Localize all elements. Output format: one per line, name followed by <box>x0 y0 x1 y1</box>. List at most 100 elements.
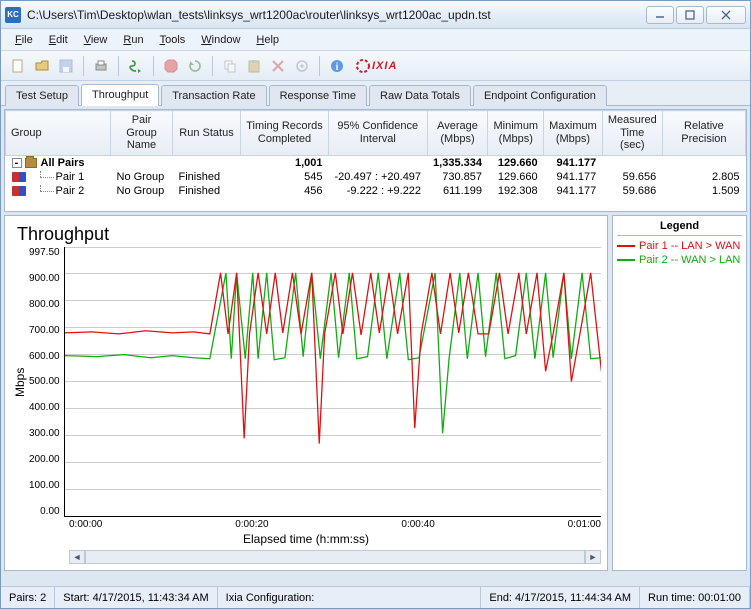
tab-transaction-rate[interactable]: Transaction Rate <box>161 85 266 106</box>
minimize-button[interactable] <box>646 6 674 24</box>
delete-icon[interactable] <box>267 55 289 77</box>
new-icon[interactable] <box>7 55 29 77</box>
table-row[interactable]: Pair 1 No Group Finished 545 -20.497 : +… <box>6 170 746 184</box>
xtick: 0:01:00 <box>568 519 601 530</box>
menu-help[interactable]: Help <box>248 31 287 49</box>
cell: 59.686 <box>602 184 662 198</box>
x-axis-ticks: 0:00:00 0:00:20 0:00:40 0:01:00 <box>69 517 601 530</box>
cell: No Group <box>111 184 173 198</box>
ytick: 800.00 <box>29 299 60 310</box>
col-group[interactable]: Group <box>6 111 111 156</box>
print-icon[interactable] <box>90 55 112 77</box>
close-button[interactable] <box>706 6 746 24</box>
open-icon[interactable] <box>31 55 53 77</box>
legend-label: Pair 1 -- LAN > WAN <box>639 240 740 252</box>
cell: 59.656 <box>602 170 662 184</box>
legend-item[interactable]: Pair 2 -- WAN > LAN <box>617 253 742 267</box>
cell: 730.857 <box>427 170 488 184</box>
ytick: 400.00 <box>29 402 60 413</box>
col-pair-group[interactable]: Pair GroupName <box>111 111 173 156</box>
ytick: 100.00 <box>29 480 60 491</box>
ytick: 900.00 <box>29 273 60 284</box>
scroll-right-icon[interactable]: ► <box>585 550 601 564</box>
ytick: 300.00 <box>29 428 60 439</box>
menu-edit[interactable]: Edit <box>41 31 76 49</box>
settings-icon[interactable] <box>291 55 313 77</box>
col-timing-records[interactable]: Timing RecordsCompleted <box>241 111 329 156</box>
col-precision[interactable]: RelativePrecision <box>662 111 745 156</box>
cell: -9.222 : +9.222 <box>329 184 428 198</box>
cell: 456 <box>241 184 329 198</box>
status-runtime: Run time: 00:01:00 <box>640 587 750 608</box>
plot-area[interactable] <box>64 247 601 517</box>
chart-title: Throughput <box>17 224 601 245</box>
summary-min: 129.660 <box>488 155 544 170</box>
toolbar-sep <box>118 56 119 76</box>
legend-item[interactable]: Pair 1 -- LAN > WAN <box>617 239 742 253</box>
toolbar-sep <box>83 56 84 76</box>
status-end: End: 4/17/2015, 11:44:34 AM <box>481 587 640 608</box>
stop-icon[interactable] <box>160 55 182 77</box>
col-avg[interactable]: Average(Mbps) <box>427 111 488 156</box>
ytick: 0.00 <box>29 506 60 517</box>
save-icon[interactable] <box>55 55 77 77</box>
table-header-row: Group Pair GroupName Run Status Timing R… <box>6 111 746 156</box>
titlebar: KC C:\Users\Tim\Desktop\wlan_tests\links… <box>1 1 750 29</box>
refresh-icon[interactable] <box>184 55 206 77</box>
menu-run[interactable]: Run <box>115 31 151 49</box>
brand-logo: IXIA <box>356 59 397 73</box>
legend-swatch-icon <box>617 259 635 261</box>
summary-records: 1,001 <box>241 155 329 170</box>
window-title: C:\Users\Tim\Desktop\wlan_tests\linksys_… <box>27 8 646 22</box>
maximize-button[interactable] <box>676 6 704 24</box>
col-min[interactable]: Minimum(Mbps) <box>488 111 544 156</box>
cell: 611.199 <box>427 184 488 198</box>
tab-raw-data-totals[interactable]: Raw Data Totals <box>369 85 471 106</box>
ytick: 500.00 <box>29 376 60 387</box>
pair-icon <box>12 172 26 182</box>
col-confidence[interactable]: 95% ConfidenceInterval <box>329 111 428 156</box>
chart-scrollbar[interactable]: ◄ ► <box>69 550 601 564</box>
cell: 129.660 <box>488 170 544 184</box>
summary-max: 941.177 <box>544 155 603 170</box>
table-row-summary[interactable]: -All Pairs 1,001 1,335.334 129.660 941.1… <box>6 155 746 170</box>
col-run-status[interactable]: Run Status <box>173 111 241 156</box>
tab-endpoint-config[interactable]: Endpoint Configuration <box>473 85 607 106</box>
info-icon[interactable]: i <box>326 55 348 77</box>
col-time[interactable]: MeasuredTime (sec) <box>602 111 662 156</box>
menu-view[interactable]: View <box>76 31 116 49</box>
tab-response-time[interactable]: Response Time <box>269 85 367 106</box>
scroll-left-icon[interactable]: ◄ <box>69 550 85 564</box>
svg-text:i: i <box>336 62 339 73</box>
cell: 941.177 <box>544 170 603 184</box>
table-row[interactable]: Pair 2 No Group Finished 456 -9.222 : +9… <box>6 184 746 198</box>
run-icon[interactable] <box>125 55 147 77</box>
status-start: Start: 4/17/2015, 11:43:34 AM <box>55 587 217 608</box>
cell: 2.805 <box>662 170 745 184</box>
status-pairs: Pairs: 2 <box>1 587 55 608</box>
toolbar-sep <box>319 56 320 76</box>
tab-test-setup[interactable]: Test Setup <box>5 85 79 106</box>
legend-swatch-icon <box>617 245 635 247</box>
menu-file[interactable]: File <box>7 31 41 49</box>
col-max[interactable]: Maximum(Mbps) <box>544 111 603 156</box>
copy-icon[interactable] <box>219 55 241 77</box>
cell: Pair 2 <box>56 185 85 197</box>
xtick: 0:00:40 <box>401 519 434 530</box>
summary-avg: 1,335.334 <box>427 155 488 170</box>
window-controls <box>646 6 746 24</box>
chart-lines <box>65 247 601 516</box>
scroll-track[interactable] <box>85 550 585 564</box>
cell: 192.308 <box>488 184 544 198</box>
toolbar: i IXIA <box>1 51 750 81</box>
legend-panel: Legend Pair 1 -- LAN > WAN Pair 2 -- WAN… <box>612 215 747 571</box>
y-axis-label: Mbps <box>11 247 29 517</box>
cell: 941.177 <box>544 184 603 198</box>
chart-area: Throughput Mbps 997.50 900.00 800.00 700… <box>4 215 747 571</box>
menu-tools[interactable]: Tools <box>152 31 194 49</box>
x-axis-label: Elapsed time (h:mm:ss) <box>11 532 601 546</box>
paste-icon[interactable] <box>243 55 265 77</box>
tab-throughput[interactable]: Throughput <box>81 84 159 106</box>
menubar: File Edit View Run Tools Window Help <box>1 29 750 51</box>
menu-window[interactable]: Window <box>193 31 248 49</box>
